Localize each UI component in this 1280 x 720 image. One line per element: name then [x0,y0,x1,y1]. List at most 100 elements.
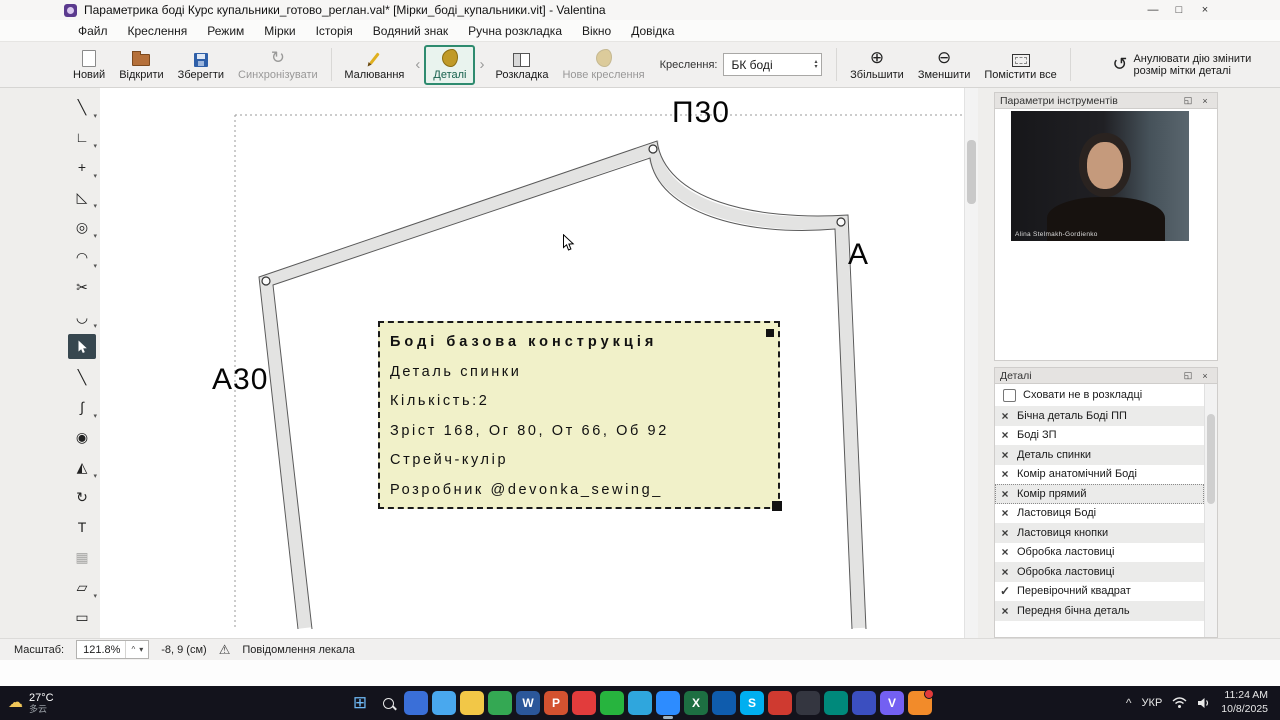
detail-row[interactable]: × Боді ЗП [995,426,1204,446]
draw-mode-button[interactable]: Малювання [337,45,411,85]
dropdown-arrow-icon[interactable]: ▾ [93,413,97,420]
scrollbar-thumb[interactable] [967,140,976,204]
menu-item-8[interactable]: Вікно [572,22,621,40]
hidden-icons-chevron[interactable]: ^ [1126,696,1132,710]
not-in-layout-x-icon[interactable]: × [1000,448,1010,462]
start-button[interactable]: ⊞ [348,691,372,715]
language-indicator[interactable]: УКР [1142,697,1163,709]
detail-row[interactable]: × Ластовиця кнопки [995,523,1204,543]
close-panel-icon[interactable]: × [1198,94,1212,107]
not-in-layout-x-icon[interactable]: × [1000,428,1010,442]
not-in-layout-x-icon[interactable]: × [1000,467,1010,481]
taskbar-app-18[interactable]: V [880,691,904,715]
detail-row[interactable]: × Передня бічна деталь [995,601,1204,621]
resize-handle-icon[interactable] [772,501,782,511]
not-in-layout-x-icon[interactable]: × [1000,526,1010,540]
dropdown-arrow-icon[interactable]: ▾ [93,473,97,480]
rotate-tool[interactable]: ↻ [68,484,96,509]
taskbar-app-7[interactable] [572,691,596,715]
detail-row[interactable]: × Бічна деталь Боді ПП [995,406,1204,426]
weather-widget[interactable]: ☁ 27°C 多云 [8,692,54,715]
point-label-p30[interactable]: П30 [672,96,730,130]
menu-item-6[interactable]: Водяний знак [363,22,458,40]
pattern-messages-link[interactable]: Повідомлення лекала [242,644,354,656]
drawing-canvas[interactable]: П30 А А30 Боді базова конструкція Деталь… [100,88,978,638]
dropdown-arrow-icon[interactable]: ▾ [93,143,97,150]
float-panel-icon[interactable]: ◱ [1181,369,1195,382]
layout-mode-button[interactable]: Розкладка [488,45,555,85]
taskbar-app-3[interactable] [460,691,484,715]
dropdown-arrow-icon[interactable]: ▾ [93,233,97,240]
volume-icon[interactable] [1197,697,1211,709]
taskbar-app-13[interactable]: S [740,691,764,715]
not-in-layout-x-icon[interactable]: × [1000,565,1010,579]
resize-handle-icon[interactable] [766,329,774,337]
search-button[interactable] [376,691,400,715]
not-in-layout-x-icon[interactable]: × [1000,604,1010,618]
taskbar-app-4[interactable] [488,691,512,715]
taskbar-app-12[interactable] [712,691,736,715]
menu-item-7[interactable]: Ручна розкладка [458,22,572,40]
taskbar-app-1[interactable] [404,691,428,715]
dropdown-arrow-icon[interactable]: ▾ [93,593,97,600]
close-button[interactable]: × [1192,0,1218,20]
taskbar-app-6[interactable]: P [544,691,568,715]
zoom-out-button[interactable]: ⊖ Зменшити [911,45,978,85]
pattern-select[interactable]: БК боді ▴ ▾ [723,53,823,76]
triangle-tool[interactable]: ◺ ▾ [68,184,97,211]
zoom-in-button[interactable]: ⊕ Збільшити [843,45,911,85]
taskbar-app-9[interactable] [628,691,652,715]
taskbar-app-5[interactable]: W [516,691,540,715]
in-layout-check-icon[interactable]: ✓ [1000,584,1010,598]
maximize-button[interactable]: □ [1166,0,1192,20]
taskbar-app-16[interactable] [824,691,848,715]
detail-row[interactable]: × Комір прямий [995,484,1204,504]
taskbar-app-11[interactable]: X [684,691,708,715]
point-intersect-tool[interactable]: ◎ ▾ [68,214,97,241]
move-point-tool[interactable]: + ▾ [68,154,97,181]
close-panel-icon[interactable]: × [1198,369,1212,382]
detail-row[interactable]: × Обробка ластовиці [995,562,1204,582]
hide-not-in-layout-option[interactable]: Сховати не в розкладці [995,384,1217,406]
mode-forward-icon[interactable]: › [475,56,488,73]
point-label-a[interactable]: А [848,238,869,272]
taskbar-app-14[interactable] [768,691,792,715]
clock[interactable]: 11:24 AM 10/8/2025 [1221,689,1268,716]
undo-button[interactable]: ↺ Анулювати дію змінити розмір мітки дет… [1104,53,1280,77]
scrollbar-thumb[interactable] [1207,414,1215,504]
detail-row[interactable]: ✓ Перевірочний квадрат [995,582,1204,602]
taskbar-app-2[interactable] [432,691,456,715]
true-darts-tool[interactable]: T [68,514,96,539]
detail-row[interactable]: × Комір анатомічний Боді [995,465,1204,485]
point-label-a30[interactable]: А30 [212,363,268,397]
open-button[interactable]: Відкрити [112,45,170,85]
line-between-points-tool[interactable]: ╲ [68,364,96,389]
float-panel-icon[interactable]: ◱ [1181,94,1195,107]
insert-image-tool[interactable]: ▦ [68,544,96,569]
mirror-tool[interactable]: ◭ ▾ [68,454,97,481]
menu-item-9[interactable]: Довідка [621,22,684,40]
mode-back-icon[interactable]: ‹ [411,56,424,73]
taskbar-app-19[interactable] [908,689,934,715]
menu-item-2[interactable]: Креслення [118,22,198,40]
dropdown-arrow-icon[interactable]: ▾ [93,323,97,330]
pattern-info-label[interactable]: Боді базова конструкція Деталь спинки Кіл… [378,321,782,511]
taskbar-app-17[interactable] [852,691,876,715]
curve-tool[interactable]: ◠ ▾ [68,244,97,271]
canvas-vertical-scrollbar[interactable] [964,88,978,638]
not-in-layout-x-icon[interactable]: × [1000,409,1010,423]
not-in-layout-x-icon[interactable]: × [1000,506,1010,520]
dropdown-arrow-icon[interactable]: ▾ [93,203,97,210]
menu-item-3[interactable]: Режим [197,22,254,40]
checkbox-unchecked-icon[interactable] [1003,388,1016,402]
new-button[interactable]: Новий [66,45,112,85]
dropdown-arrow-icon[interactable]: ▾ [93,173,97,180]
details-mode-button[interactable]: Деталі [424,44,476,85]
taskbar-app-10[interactable] [656,691,680,719]
menu-item-4[interactable]: Мірки [254,22,305,40]
detail-row[interactable]: × Ластовиця Боді [995,504,1204,524]
taskbar-app-8[interactable] [600,691,624,715]
scale-spinbox[interactable]: 121.8% ^ ▾ [76,640,150,659]
line-tool[interactable]: ╲ ▾ [68,94,97,121]
arc-tool[interactable]: ◡ ▾ [68,304,97,331]
